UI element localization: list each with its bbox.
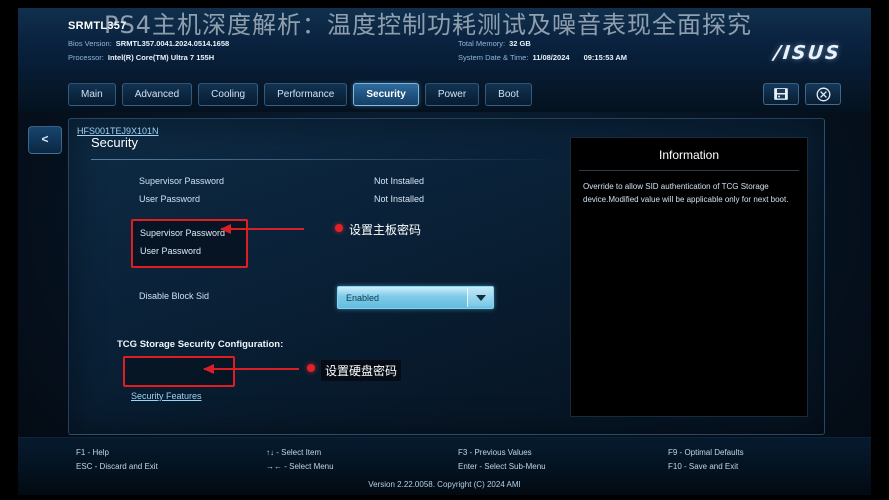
tab-power[interactable]: Power	[424, 83, 480, 106]
floppy-save-icon	[774, 88, 788, 100]
processor-label: Processor:	[68, 53, 104, 62]
footer-help-bar: F1 - Help ESC - Discard and Exit ↑↓ - Se…	[18, 437, 871, 495]
footer-select-item: ↑↓ - Select Item	[266, 448, 322, 457]
footer-f3-previous: F3 - Previous Values	[458, 448, 532, 457]
board-model: SRMTL357	[68, 20, 127, 32]
processor-value: Intel(R) Core(TM) Ultra 7 155H	[107, 53, 215, 62]
annotation-label-drive-password: 设置硬盘密码	[321, 360, 402, 381]
bios-version-value: SRMTL357.0041.2024.0514.1658	[115, 39, 230, 48]
tab-cooling[interactable]: Cooling	[198, 83, 259, 106]
memory-row: Total Memory: 32 GB	[458, 39, 531, 48]
tab-main[interactable]: Main	[68, 83, 116, 106]
bios-window: SRMTL357 Bios Version: SRMTL357.0041.2024…	[18, 8, 871, 495]
annotation-label-motherboard-password: 设置主板密码	[349, 223, 422, 237]
drive-highlight-box	[123, 356, 235, 387]
footer-column-3: F3 - Previous Values Enter - Select Sub-…	[458, 446, 546, 474]
footer-select-menu: →← - Select Menu	[266, 462, 334, 471]
screenshot-save-button[interactable]	[763, 83, 799, 105]
tab-performance[interactable]: Performance	[264, 83, 348, 106]
information-body: Override to allow SID authentication of …	[583, 182, 789, 204]
tab-bar: Main Advanced Cooling Performance Securi…	[18, 78, 871, 112]
set-user-password-entry[interactable]: User Password	[140, 246, 201, 256]
disable-block-sid-dropdown[interactable]: Enabled	[337, 286, 494, 309]
footer-column-4: F9 - Optimal Defaults F10 - Save and Exi…	[668, 446, 744, 474]
title-divider	[91, 159, 546, 160]
footer-column-1: F1 - Help ESC - Discard and Exit	[76, 446, 158, 474]
disable-block-sid-value: Enabled	[346, 292, 380, 303]
page-title: Security	[91, 135, 138, 150]
tcg-storage-security-heading: TCG Storage Security Configuration:	[117, 339, 284, 350]
close-button[interactable]	[805, 83, 841, 105]
supervisor-password-label: Supervisor Password	[139, 176, 225, 186]
bios-header: SRMTL357 Bios Version: SRMTL357.0041.2024…	[18, 8, 871, 79]
security-features-link[interactable]: Security Features	[131, 391, 202, 401]
disable-block-sid-label: Disable Block Sid	[139, 291, 210, 301]
tcg-drive-link[interactable]: HFS001TEJ9X101N	[77, 126, 159, 136]
tab-boot[interactable]: Boot	[485, 83, 532, 106]
information-title: Information	[658, 148, 720, 162]
collapse-sidebar-button[interactable]: <	[28, 126, 62, 154]
footer-f9-defaults: F9 - Optimal Defaults	[668, 448, 744, 457]
footer-column-2: ↑↓ - Select Item →← - Select Menu	[266, 446, 334, 474]
tab-security[interactable]: Security	[353, 83, 419, 106]
footer-f1-help: F1 - Help	[76, 448, 109, 457]
bios-version-copyright: Version 2.22.0058. Copyright (C) 2024 AM…	[368, 480, 521, 489]
asus-logo: /ISUS	[773, 42, 843, 64]
bios-version-row: Bios Version: SRMTL357.0041.2024.0514.165…	[68, 39, 229, 48]
memory-value: 32 GB	[509, 39, 531, 48]
annotation-arrow-drive-password	[203, 364, 299, 374]
tab-list: Main Advanced Cooling Performance Securi…	[68, 83, 532, 106]
close-icon	[816, 87, 830, 101]
bios-version-label: Bios Version:	[68, 39, 112, 48]
annotation-arrow-motherboard-password	[220, 224, 304, 234]
chevron-down-icon[interactable]	[467, 288, 493, 307]
user-password-label: User Password	[139, 194, 201, 204]
annotation-bullet-motherboard-password	[335, 224, 343, 232]
footer-enter-submenu: Enter - Select Sub-Menu	[458, 462, 546, 471]
memory-label: Total Memory:	[458, 39, 506, 48]
information-divider	[579, 170, 799, 171]
processor-row: Processor: Intel(R) Core(TM) Ultra 7 155H	[68, 53, 214, 62]
security-settings-panel: Security Supervisor Password Not Install…	[68, 118, 825, 435]
user-password-value: Not Installed	[374, 194, 425, 204]
date-value: 11/08/2024	[532, 53, 570, 62]
time-value: 09:15:53 AM	[583, 53, 628, 62]
datetime-label: System Date & Time:	[458, 53, 529, 62]
supervisor-password-value: Not Installed	[374, 176, 425, 186]
set-supervisor-password-entry[interactable]: Supervisor Password	[140, 228, 225, 238]
footer-esc-discard: ESC - Discard and Exit	[76, 462, 158, 471]
header-button-group	[763, 83, 841, 105]
annotation-bullet-drive-password	[307, 364, 315, 372]
tab-advanced[interactable]: Advanced	[121, 83, 193, 106]
footer-f10-save: F10 - Save and Exit	[668, 462, 739, 471]
information-panel: Information Override to allow SID authen…	[570, 137, 808, 417]
bios-screen: SRMTL357 Bios Version: SRMTL357.0041.2024…	[0, 0, 889, 500]
datetime-row: System Date & Time: 11/08/2024 09:15:53 AM	[458, 53, 627, 62]
